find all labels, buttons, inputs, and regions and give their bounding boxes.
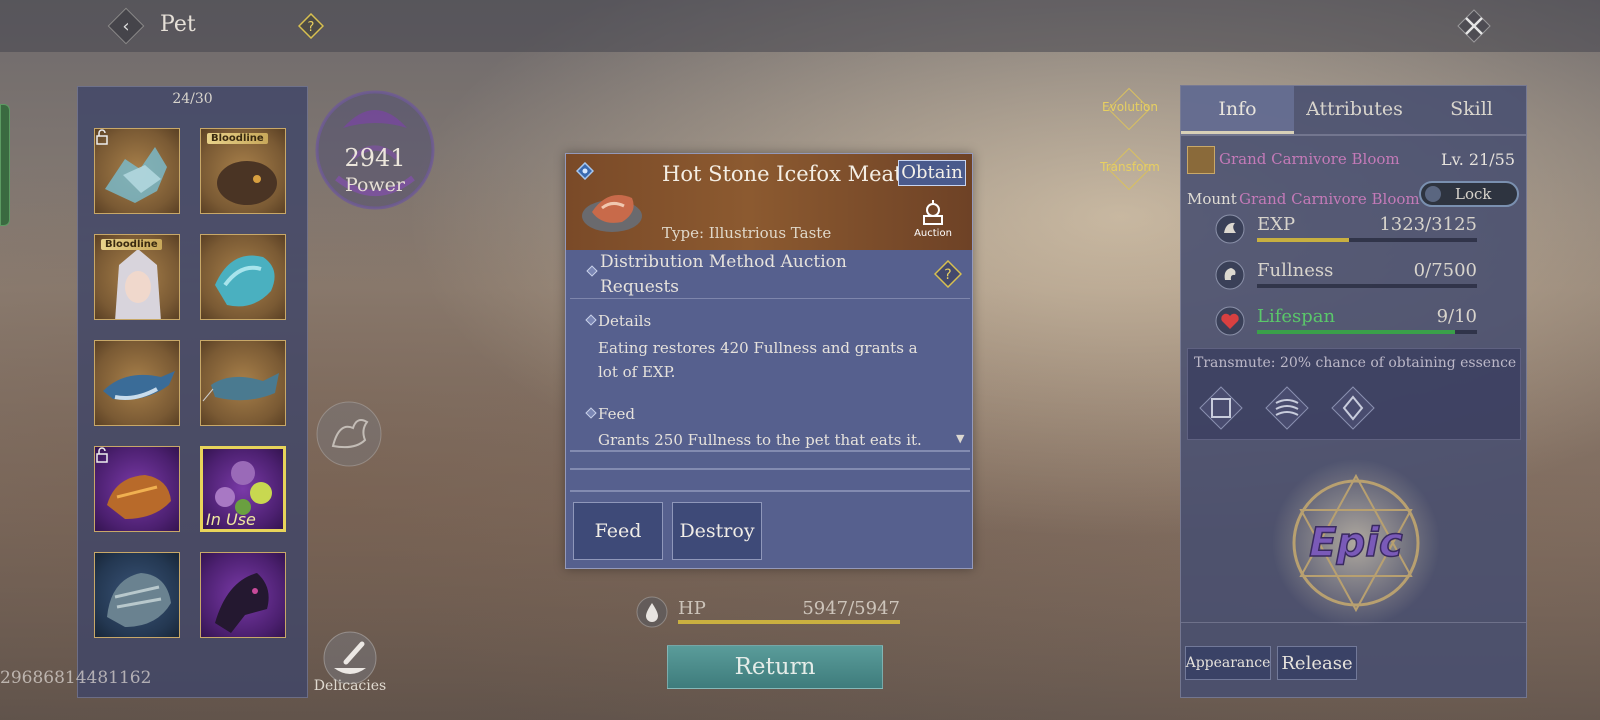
svg-text:?: ?	[308, 20, 315, 35]
exp-bar	[1257, 238, 1477, 242]
delicacies-label: Delicacies	[313, 678, 387, 694]
pet-slot-carnivore-bloom[interactable]: In Use	[200, 446, 286, 532]
scroll-down-icon[interactable]: ▼	[956, 432, 964, 445]
pet-slot-wolf[interactable]: Bloodline	[200, 128, 286, 214]
svg-text:?: ?	[944, 267, 951, 283]
pet-slot-fire-dragon[interactable]	[94, 446, 180, 532]
pet-info-panel: Info Attributes Skill Grand Carnivore Bl…	[1180, 85, 1527, 698]
pet-slot-ice-dragon[interactable]	[94, 128, 180, 214]
mount-name: Grand Carnivore Bloom	[1239, 190, 1420, 208]
obtain-button[interactable]: Obtain	[898, 160, 966, 186]
in-use-tag: In Use	[206, 510, 256, 529]
essence-square-icon[interactable]	[1198, 385, 1244, 431]
pet-slot-dolphin[interactable]	[94, 340, 180, 426]
pet-list-panel: 24/30 Bloodline Bloodline In Use	[77, 86, 308, 698]
fullness-icon	[1215, 260, 1245, 290]
top-bar	[0, 0, 1600, 52]
tab-skill[interactable]: Skill	[1415, 86, 1528, 134]
distribution-method: Distribution Method Auction Requests	[600, 252, 847, 297]
rarity-label: Epic	[1309, 520, 1403, 566]
dolphin-icon	[103, 371, 175, 400]
appearance-button[interactable]: Appearance	[1185, 646, 1271, 680]
hp-value: 5947/5947	[802, 598, 900, 619]
heart-icon	[1215, 306, 1245, 336]
item-detail-popup: Hot Stone Icefox Meat Obtain Type: Illus…	[565, 153, 973, 569]
tab-info[interactable]: Info	[1181, 86, 1294, 134]
lock-icon	[96, 447, 108, 463]
help-icon[interactable]: ?	[298, 13, 324, 39]
lifespan-bar	[1257, 330, 1477, 334]
page-title: Pet	[160, 12, 196, 37]
pet-level: Lv. 21/55	[1440, 150, 1515, 169]
item-description-scroll[interactable]: Distribution Method Auction Requests ? D…	[566, 250, 972, 450]
exp-value: 1323/3125	[1379, 214, 1477, 235]
power-label: Power	[344, 174, 406, 196]
evolution-button[interactable]: Evolution	[1100, 87, 1160, 144]
lifespan-label: Lifespan	[1257, 306, 1336, 327]
hp-drop-icon	[636, 596, 668, 628]
pet-slot-armored-beast[interactable]	[94, 552, 180, 638]
fullness-bar	[1257, 284, 1477, 288]
pet-thumbnail	[1187, 146, 1215, 174]
phoenix-icon[interactable]	[315, 400, 383, 468]
water-serpent-icon	[215, 255, 275, 307]
exp-bar-fill	[1257, 238, 1350, 242]
back-button[interactable]: ‹	[107, 7, 145, 45]
bloodline-tag: Bloodline	[101, 239, 162, 250]
item-name: Hot Stone Icefox Meat	[662, 162, 903, 186]
hp-label: HP	[678, 598, 706, 619]
dark-bird-icon	[215, 573, 269, 633]
details-text: Eating restores 420 Fullness and grants …	[598, 339, 918, 381]
item-type: Type: Illustrious Taste	[662, 224, 832, 242]
pet-name-row: Grand Carnivore Bloom Lv. 21/55	[1185, 146, 1523, 176]
essence-diamond-icon[interactable]	[1330, 385, 1376, 431]
feed-text: Grants 250 Fullness to the pet that eats…	[598, 431, 922, 449]
item-header: Hot Stone Icefox Meat Obtain Type: Illus…	[566, 154, 972, 250]
tab-attributes[interactable]: Attributes	[1298, 86, 1411, 134]
delicacies-icon[interactable]	[316, 628, 384, 684]
fullness-value: 0/7500	[1413, 260, 1477, 281]
transmute-box: Transmute: 20% chance of obtaining essen…	[1187, 348, 1521, 440]
lock-label: Lock	[1455, 185, 1492, 203]
lifespan-value: 9/10	[1436, 306, 1477, 327]
lock-icon	[96, 129, 108, 145]
help-icon[interactable]: ?	[934, 260, 962, 288]
close-icon[interactable]	[1456, 8, 1492, 44]
power-value: 2941	[344, 144, 406, 172]
feed-button[interactable]: Feed	[573, 502, 663, 560]
lock-toggle[interactable]: Lock	[1419, 181, 1519, 207]
auction-label: Auction	[914, 228, 952, 239]
destroy-button[interactable]: Destroy	[672, 502, 762, 560]
armored-beast-icon	[107, 573, 171, 627]
bloodline-tag: Bloodline	[207, 133, 268, 144]
feed-title: Feed	[598, 405, 635, 423]
essence-wave-icon[interactable]	[1264, 385, 1310, 431]
catfish-icon	[202, 373, 279, 402]
release-button[interactable]: Release	[1277, 646, 1357, 680]
transform-label: Transform	[1100, 160, 1160, 174]
pet-count: 24/30	[172, 91, 213, 107]
pet-slot-elf-girl[interactable]: Bloodline	[94, 234, 180, 320]
transmute-text: Transmute: 20% chance of obtaining essen…	[1194, 355, 1517, 371]
account-id: 29686814481162	[0, 668, 152, 688]
meat-icon	[582, 195, 642, 232]
side-drawer-tab[interactable]	[0, 104, 10, 226]
return-button[interactable]: Return	[667, 645, 883, 689]
lifespan-bar-fill	[1257, 330, 1455, 334]
auction-tag: Auction	[908, 198, 958, 242]
mount-label: Mount	[1187, 190, 1237, 208]
exp-icon	[1215, 214, 1245, 244]
evolution-label: Evolution	[1102, 100, 1158, 114]
transform-button[interactable]: Transform	[1100, 147, 1160, 204]
epic-rarity-emblem: Epic	[1272, 459, 1440, 627]
hp-bar	[678, 620, 900, 624]
details-title: Details	[598, 312, 652, 330]
pet-name: Grand Carnivore Bloom	[1219, 150, 1400, 168]
pet-slot-catfish[interactable]	[200, 340, 286, 426]
pet-slot-water-serpent[interactable]	[200, 234, 286, 320]
exp-label: EXP	[1257, 214, 1296, 235]
fullness-label: Fullness	[1257, 260, 1334, 281]
auction-icon	[923, 200, 943, 225]
pet-slot-dark-bird[interactable]	[200, 552, 286, 638]
